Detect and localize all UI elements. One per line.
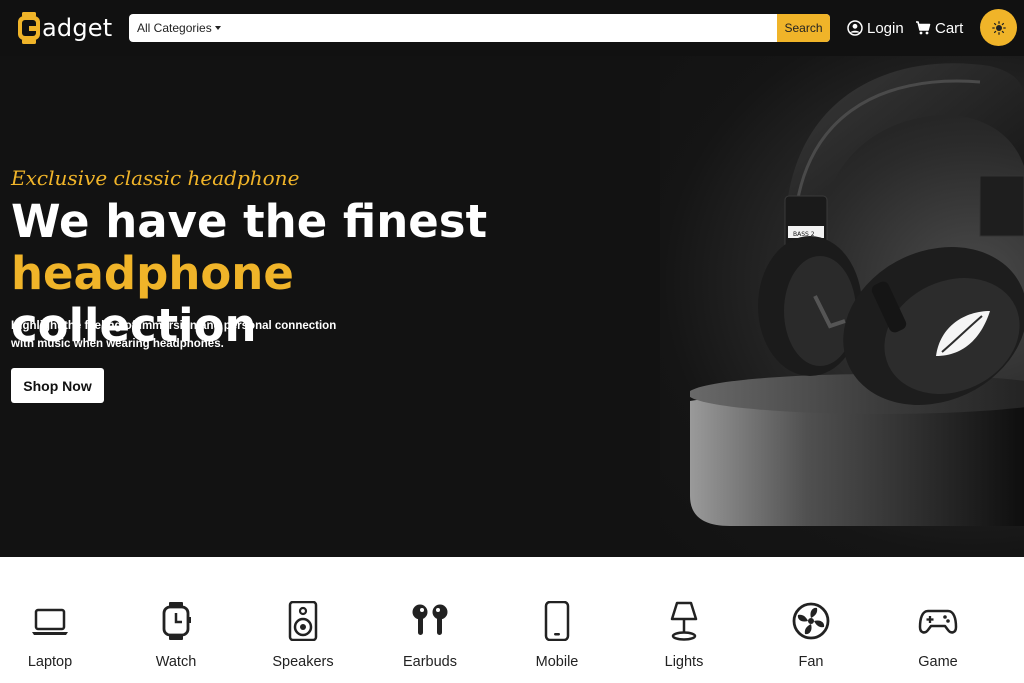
caret-down-icon <box>214 26 221 30</box>
category-label: Speakers <box>272 654 334 670</box>
category-label: Lights <box>664 654 704 670</box>
cart-icon <box>916 21 931 35</box>
lamp-icon <box>670 601 698 641</box>
shop-now-button[interactable]: Shop Now <box>11 368 104 403</box>
category-laptop[interactable]: Laptop <box>0 601 100 670</box>
brand-logo[interactable]: adget <box>16 10 112 46</box>
login-label: Login <box>867 19 904 37</box>
laptop-icon <box>32 608 68 635</box>
cart-label: Cart <box>935 19 964 37</box>
category-earbuds[interactable]: Earbuds <box>380 601 480 670</box>
category-speakers[interactable]: Speakers <box>253 601 353 670</box>
earbuds-icon <box>412 604 448 635</box>
category-game[interactable]: Game <box>888 601 988 670</box>
brand-name: adget <box>42 14 113 42</box>
gamepad-icon <box>918 609 958 634</box>
category-label: Game <box>918 654 958 670</box>
category-mobile[interactable]: Mobile <box>507 601 607 670</box>
category-watch[interactable]: Watch <box>126 601 226 670</box>
category-label: Fan <box>798 654 824 670</box>
watch-icon <box>162 602 191 640</box>
category-label: Mobile <box>535 654 579 670</box>
logo-g-icon <box>18 12 40 44</box>
category-label: Watch <box>155 654 197 670</box>
category-lights[interactable]: Lights <box>634 601 734 670</box>
hero-banner: BASS 2 Exclusive classic headphone We ha… <box>0 56 1024 557</box>
hero-tagline: Exclusive classic headphone <box>11 166 300 190</box>
top-navbar: adget All Categories Search Login Cart <box>0 0 1024 56</box>
login-link[interactable]: Login <box>847 17 904 39</box>
cart-link[interactable]: Cart <box>915 17 963 39</box>
headline-accent: headphone <box>11 247 294 300</box>
sun-icon <box>991 20 1006 35</box>
speaker-icon <box>288 601 318 641</box>
category-label: Laptop <box>27 654 73 670</box>
hero-description: Highlight the feeling of immersion and p… <box>11 320 337 350</box>
user-circle-icon <box>847 20 863 36</box>
search-input[interactable] <box>228 14 777 42</box>
category-dropdown-label: All Categories <box>137 21 212 35</box>
fan-icon <box>792 602 830 640</box>
headline-part-1: We have the finest <box>11 195 488 248</box>
mobile-icon <box>544 601 570 641</box>
category-dropdown[interactable]: All Categories <box>129 14 229 42</box>
category-label: Earbuds <box>402 654 457 670</box>
search-button[interactable]: Search <box>777 14 830 42</box>
search-bar: All Categories Search <box>129 14 830 42</box>
category-strip: Laptop Watch Speakers Earbuds Mobile Lig… <box>0 557 1024 683</box>
category-fan[interactable]: Fan <box>761 601 861 670</box>
theme-toggle-button[interactable] <box>980 9 1017 46</box>
